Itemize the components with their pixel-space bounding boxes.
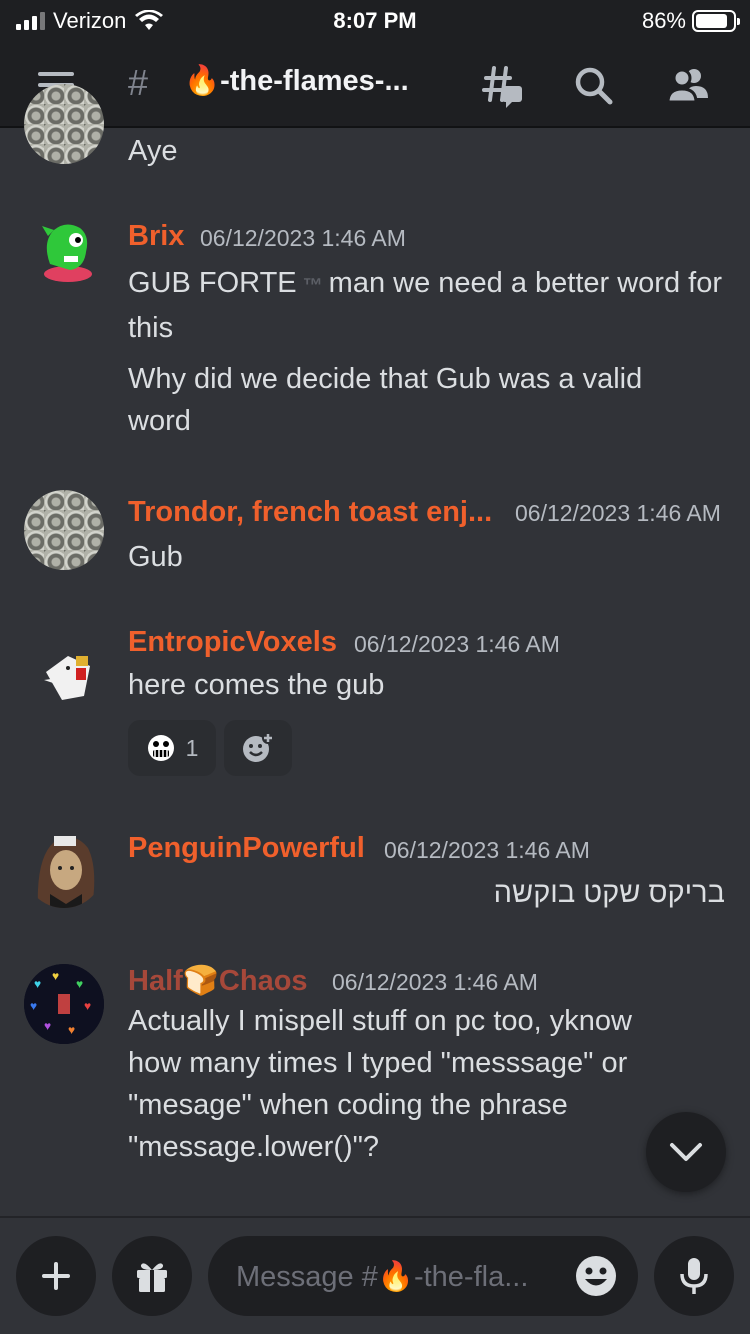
battery-group: 86% — [641, 8, 740, 34]
channel-title[interactable]: 🔥-the-flames-... — [184, 64, 444, 98]
microphone-icon — [680, 1258, 708, 1294]
svg-text:♥: ♥ — [84, 999, 91, 1013]
username-brix[interactable]: Brix — [128, 220, 184, 253]
voxel-bird-icon — [44, 656, 90, 700]
add-reaction-button[interactable] — [224, 720, 292, 776]
threads-icon[interactable] — [476, 62, 524, 110]
grinning-face-emoji-icon — [147, 735, 174, 761]
gift-icon — [137, 1263, 167, 1292]
add-reaction-icon — [243, 732, 274, 762]
avatar-trondor-partial[interactable] — [24, 84, 104, 164]
message-input[interactable]: Message #🔥-the-fla... — [208, 1236, 638, 1316]
username-trondor[interactable]: Trondor, french toast enj... — [128, 496, 500, 529]
svg-text:♥: ♥ — [34, 977, 41, 991]
message-segment: GUB FORTE — [128, 267, 297, 299]
svg-text:♥: ♥ — [44, 1019, 51, 1033]
message-text: Why did we decide that Gub was a valid w… — [128, 363, 643, 437]
message-text: Aye — [128, 135, 178, 167]
attach-button[interactable] — [16, 1236, 96, 1316]
battery-fill — [696, 14, 727, 28]
battery-percent: 86% — [641, 8, 686, 33]
message-text: בריקס שקט בוקשה — [493, 877, 725, 909]
avatar-entropicvoxels[interactable] — [24, 626, 104, 706]
trademark-symbol: ™ — [302, 275, 323, 297]
jump-to-present-button[interactable] — [646, 1112, 726, 1192]
timestamp: 06/12/2023 1:46 AM — [354, 631, 560, 657]
avatar-penguinpowerful[interactable] — [24, 828, 104, 908]
message-text: Actually I mispell stuff on pc too, ykno… — [128, 1005, 632, 1163]
bread-emoji-icon: 🍞 — [182, 965, 219, 997]
timestamp: 06/12/2023 1:46 AM — [384, 837, 590, 863]
avatar-trondor[interactable] — [24, 490, 104, 570]
svg-text:♥: ♥ — [76, 977, 83, 991]
voice-message-button[interactable] — [654, 1236, 734, 1316]
channel-hash-icon: # — [128, 62, 149, 103]
battery-icon — [692, 10, 740, 32]
members-icon[interactable] — [664, 62, 712, 110]
reaction-pill[interactable]: 1 — [128, 720, 216, 776]
message-text: GUB FORTE ™ man we need a better word for … — [128, 262, 728, 349]
emoji-icon[interactable] — [574, 1254, 618, 1298]
status-bar: Verizon 8:07 PM 86% — [0, 0, 750, 40]
plus-icon — [42, 1262, 70, 1290]
message-text: here comes the gub — [128, 669, 385, 701]
reaction-count: 1 — [185, 734, 199, 761]
chevron-down-icon — [670, 1143, 702, 1161]
username-part: Chaos — [218, 965, 308, 997]
channel-header: # 🔥-the-flames-... — [0, 40, 750, 128]
timestamp: 06/12/2023 1:46 AM — [332, 969, 538, 995]
bubble-dragon-icon — [42, 224, 92, 282]
gift-button[interactable] — [112, 1236, 192, 1316]
avatar-brix[interactable] — [24, 212, 104, 292]
timestamp: 06/12/2023 1:46 AM — [515, 500, 721, 526]
svg-text:♥: ♥ — [52, 969, 59, 983]
character-portrait-icon — [37, 836, 95, 908]
message-composer: Message #🔥-the-fla... — [0, 1216, 750, 1334]
username-halfchaos[interactable]: Half🍞Chaos — [128, 964, 308, 998]
username-penguinpowerful[interactable]: PenguinPowerful — [128, 832, 365, 865]
message-input-placeholder: Message #🔥-the-fla... — [236, 1261, 529, 1293]
search-icon[interactable] — [570, 62, 618, 110]
avatar-halfchaos[interactable]: ♥ ♥ ♥ ♥ ♥ ♥ ♥ — [24, 964, 104, 1044]
svg-text:♥: ♥ — [68, 1023, 75, 1037]
username-part: Half — [128, 965, 183, 997]
clock: 8:07 PM — [333, 8, 417, 33]
svg-text:♥: ♥ — [30, 999, 37, 1013]
timestamp: 06/12/2023 1:46 AM — [200, 225, 406, 251]
message-text: Gub — [128, 541, 183, 573]
username-entropicvoxels[interactable]: EntropicVoxels — [128, 626, 337, 659]
hearts-avatar-icon: ♥ ♥ ♥ ♥ ♥ ♥ ♥ — [24, 964, 104, 1044]
